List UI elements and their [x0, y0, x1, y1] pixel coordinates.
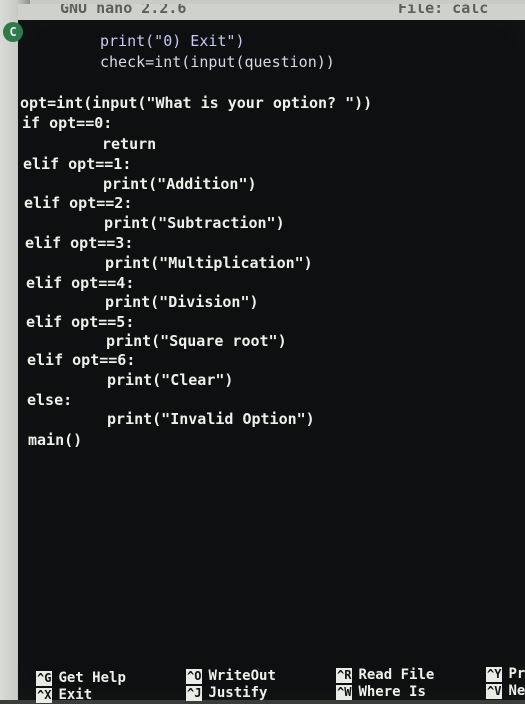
code-line: print("Multiplication"): [105, 254, 313, 272]
code-line: elif opt==3:: [25, 234, 134, 252]
app-badge-icon: C: [3, 22, 23, 42]
shortcut-label: Read File: [358, 667, 435, 683]
code-line: main(): [28, 431, 83, 449]
shortcut-next-page[interactable]: ^V Ne: [486, 683, 525, 700]
shortcut-justify[interactable]: ^J Justify: [186, 685, 267, 702]
shortcut-key: ^V: [486, 684, 503, 699]
code-line: check=int(input(question)): [100, 53, 335, 71]
code-line: elif opt==6:: [27, 351, 136, 369]
terminal-screen: GNU nano 2.2.6 File: calc print("0) Exit…: [18, 4, 525, 700]
editor-area[interactable]: print("0) Exit") check=int(input(questio…: [18, 10, 525, 660]
shortcut-key: ^R: [336, 668, 353, 683]
shortcut-label: Get Help: [58, 670, 126, 686]
shortcut-writeout[interactable]: ^O WriteOut: [186, 668, 276, 685]
code-line: print("0) Exit"): [100, 32, 245, 50]
code-line: if opt==0:: [22, 114, 113, 132]
code-line: else:: [27, 391, 73, 409]
shortcut-label: Justify: [208, 685, 268, 701]
shortcut-get-help[interactable]: ^G Get Help: [36, 670, 126, 687]
shortcut-key: ^X: [36, 688, 53, 703]
nano-shortcut-bar: ^G Get Help ^X Exit ^O WriteOut ^J Justify ^…: [18, 664, 525, 703]
shortcut-label: Ne: [508, 683, 525, 699]
code-line: print("Division"): [105, 293, 259, 311]
shortcut-key: ^O: [186, 669, 203, 684]
code-line: print("Addition"): [103, 175, 257, 193]
code-line: elif opt==1:: [23, 155, 132, 173]
shortcut-key: ^Y: [486, 667, 503, 682]
code-line: elif opt==2:: [24, 194, 133, 212]
shortcut-where-is[interactable]: ^W Where Is: [336, 684, 426, 701]
code-line: return: [102, 135, 157, 153]
code-line: print("Invalid Option"): [107, 410, 315, 428]
shortcut-key: ^J: [186, 686, 203, 701]
code-line: elif opt==4:: [26, 274, 135, 292]
code-line: elif opt==5:: [26, 313, 135, 331]
shortcut-key: ^W: [336, 685, 353, 700]
code-line: print("Square root"): [106, 332, 287, 350]
shortcut-label: Exit: [58, 687, 93, 703]
code-line: opt=int(input("What is your option? ")): [20, 94, 373, 112]
code-line: print("Subtraction"): [104, 214, 285, 232]
shortcut-read-file[interactable]: ^R Read File: [336, 667, 434, 684]
shortcut-label: WriteOut: [208, 668, 276, 684]
shortcut-exit[interactable]: ^X Exit: [36, 687, 92, 704]
shortcut-key: ^G: [36, 671, 53, 686]
code-line: print("Clear"): [107, 371, 234, 389]
shortcut-label: Where Is: [358, 684, 426, 700]
shortcut-label: Pr: [508, 666, 525, 682]
shortcut-prev-page[interactable]: ^Y Pr: [486, 666, 525, 683]
